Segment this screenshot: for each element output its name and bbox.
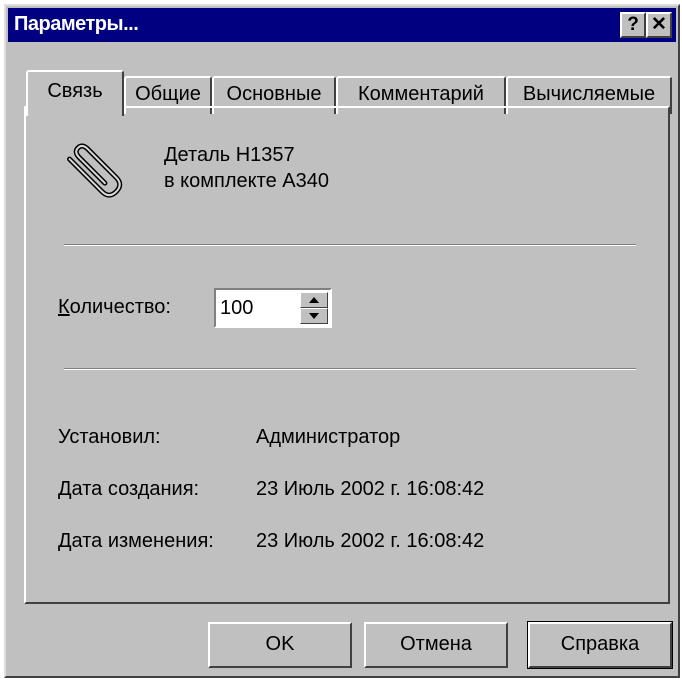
title-bar[interactable]: Параметры... ? ✕ <box>8 8 676 42</box>
help-title-button[interactable]: ? <box>620 12 646 38</box>
cancel-button[interactable]: Отмена <box>364 622 508 668</box>
help-button[interactable]: Справка <box>527 621 673 669</box>
ok-button[interactable]: OK <box>208 622 352 668</box>
tab-panel <box>24 106 670 604</box>
window-title: Параметры... <box>14 13 139 35</box>
tab-link[interactable]: Связь <box>26 70 124 116</box>
close-button[interactable]: ✕ <box>646 12 672 38</box>
